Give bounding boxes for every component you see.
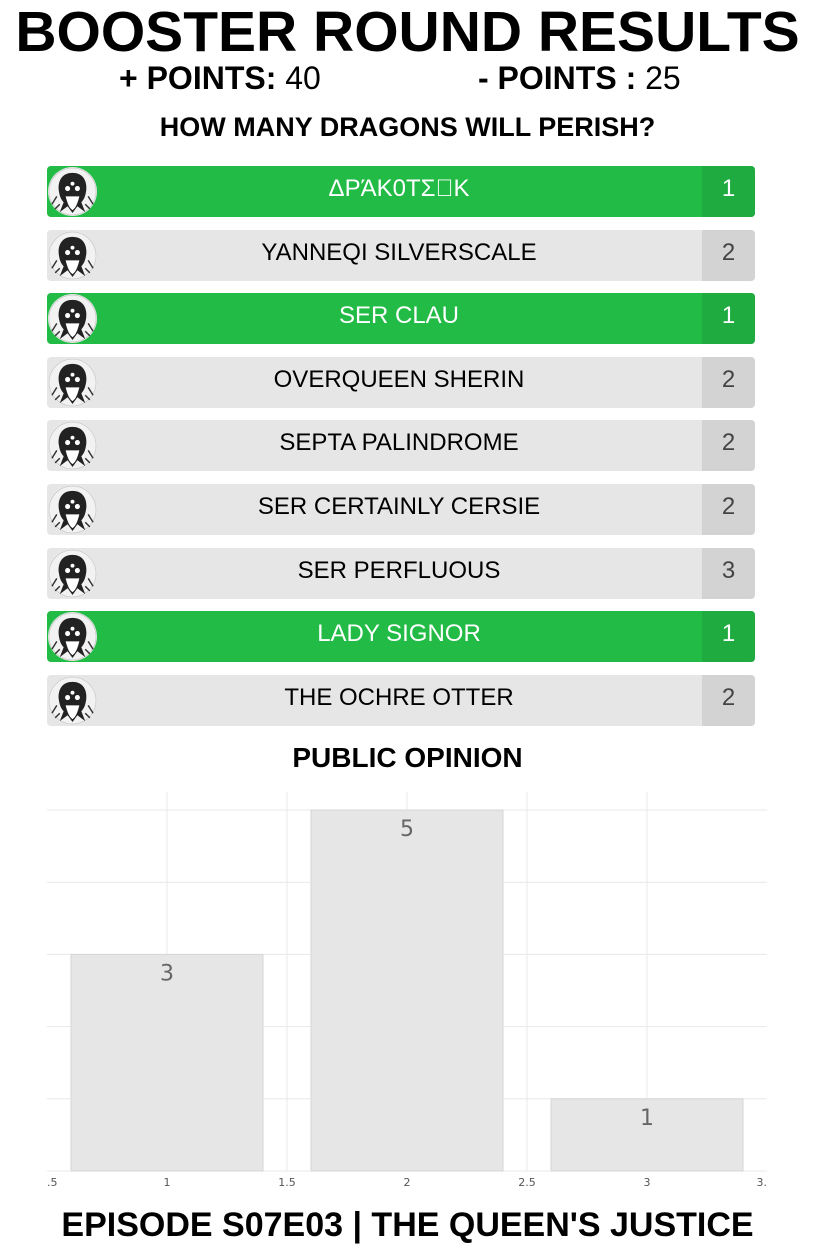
- player-row: LADY SIGNOR 1: [47, 611, 755, 663]
- avatar: [48, 548, 97, 598]
- avatar: [48, 167, 97, 216]
- episode-footer: EPISODE S07E03 | THE QUEEN'S JUSTICE: [61, 1206, 754, 1244]
- player-row: ΔΡΆΚ0ΤΣ⃟Κ 1: [47, 166, 755, 217]
- public-opinion-title: PUBLIC OPINION: [292, 742, 523, 773]
- player-guess-count: 2: [702, 420, 755, 472]
- player-name: SER PERFLUOUS: [297, 556, 501, 584]
- x-tick-label: 3.: [757, 1176, 768, 1189]
- player-name: OVERQUEEN SHERIN: [273, 365, 525, 393]
- bar-value-label: 1: [640, 1106, 654, 1131]
- player-row: OVERQUEEN SHERIN 2: [47, 356, 755, 408]
- avatar: [48, 612, 97, 662]
- x-tick-label: 3: [644, 1176, 651, 1189]
- avatar: [48, 357, 97, 407]
- minus-points: - POINTS : 25: [478, 60, 681, 97]
- bar-value-label: 3: [160, 961, 174, 986]
- x-tick-label: 1: [164, 1176, 171, 1189]
- player-name: THE OCHRE OTTER: [284, 683, 514, 711]
- player-guess-count: 1: [702, 166, 755, 217]
- plus-points-value: 40: [285, 60, 321, 96]
- plus-points: + POINTS: 40: [119, 60, 321, 97]
- question-heading: HOW MANY DRAGONS WILL PERISH?: [159, 112, 656, 142]
- player-row: SER PERFLUOUS 3: [47, 547, 755, 599]
- player-name: SER CERTAINLY CERSIE: [257, 492, 541, 520]
- player-row: SER CERTAINLY CERSIE 2: [47, 483, 755, 535]
- public-opinion-chart: 351.5 1 1.5 2 2.5 3 3.: [47, 792, 768, 1189]
- player-guess-count: 2: [702, 229, 755, 281]
- minus-points-value: 25: [645, 60, 681, 96]
- avatar: [48, 230, 97, 280]
- player-name: SEPTA PALINDROME: [279, 429, 519, 457]
- minus-points-label: - POINTS :: [478, 60, 637, 96]
- x-tick-label: .5: [47, 1176, 58, 1189]
- player-guess-count: 3: [702, 547, 755, 599]
- player-list: ΔΡΆΚ0ΤΣ⃟Κ 1 YANNEQI SILVERSCALE 2 SER CLAU…: [47, 166, 755, 738]
- player-row: SEPTA PALINDROME 2: [47, 420, 755, 472]
- x-tick-label: 2.5: [518, 1176, 536, 1189]
- avatar: [48, 421, 97, 471]
- player-row: SER CLAU 1: [47, 293, 755, 345]
- points-summary: + POINTS: 40 - POINTS : 25: [0, 60, 815, 100]
- player-name: YANNEQI SILVERSCALE: [261, 238, 537, 266]
- player-name: SER CLAU: [338, 302, 460, 330]
- bar-value-label: 5: [400, 817, 414, 842]
- plus-points-label: + POINTS:: [119, 60, 277, 96]
- page-title: BOOSTER ROUND RESULTS: [15, 0, 800, 64]
- chart-bar: [310, 809, 504, 1172]
- player-row: YANNEQI SILVERSCALE 2: [47, 229, 755, 281]
- chart-bar: [70, 953, 264, 1172]
- x-tick-label: 2: [404, 1176, 411, 1189]
- avatar: [48, 675, 97, 725]
- player-guess-count: 2: [702, 356, 755, 408]
- x-tick-label: 1.5: [278, 1176, 296, 1189]
- player-row: THE OCHRE OTTER 2: [47, 674, 755, 726]
- player-guess-count: 2: [702, 483, 755, 535]
- player-name: ΔΡΆΚ0ΤΣ⃟Κ: [328, 175, 470, 202]
- player-guess-count: 1: [702, 611, 755, 663]
- avatar: [48, 484, 97, 534]
- player-name: LADY SIGNOR: [317, 620, 481, 648]
- avatar: [48, 294, 97, 344]
- player-guess-count: 2: [702, 674, 755, 726]
- player-guess-count: 1: [702, 293, 755, 345]
